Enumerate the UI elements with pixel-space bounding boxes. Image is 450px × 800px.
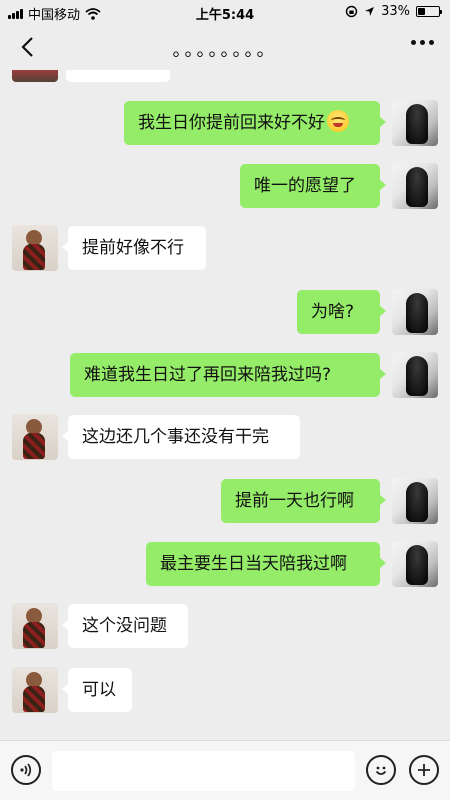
- message-bubble[interactable]: 唯一的愿望了: [240, 164, 386, 208]
- status-bar: 中国移动 上午5:44 33%: [0, 0, 450, 24]
- message-text: 提前一天也行啊: [235, 491, 354, 511]
- more-options-button[interactable]: [411, 40, 434, 45]
- avatar[interactable]: [392, 100, 438, 146]
- avatar[interactable]: [392, 541, 438, 587]
- message-bubble[interactable]: 可以: [62, 668, 132, 712]
- message-bubble[interactable]: 难道我生日过了再回来陪我过吗?: [70, 353, 386, 397]
- message-bubble[interactable]: 这边还几个事还没有干完: [62, 415, 300, 459]
- message-text: 这个没问题: [82, 616, 167, 636]
- message-text: 唯一的愿望了: [254, 176, 356, 196]
- chat-title: 。。。。。。。。: [172, 40, 278, 61]
- avatar[interactable]: [12, 667, 58, 713]
- avatar-partial: [12, 70, 58, 82]
- more-dot: [420, 40, 425, 45]
- avatar[interactable]: [392, 478, 438, 524]
- message-bubble[interactable]: 提前好像不行: [62, 226, 206, 270]
- voice-icon: [20, 763, 32, 777]
- avatar[interactable]: [12, 225, 58, 271]
- message-bubble[interactable]: 为啥?: [297, 290, 386, 334]
- message-text: 提前好像不行: [82, 238, 184, 258]
- voice-button[interactable]: [11, 755, 41, 785]
- grinning-face-emoji-icon: [327, 110, 349, 132]
- avatar[interactable]: [392, 352, 438, 398]
- battery-fill: [418, 8, 425, 15]
- more-dot: [411, 40, 416, 45]
- avatar[interactable]: [392, 163, 438, 209]
- smiley-icon: [375, 766, 387, 775]
- input-bar: [0, 740, 450, 800]
- message-text: 难道我生日过了再回来陪我过吗?: [84, 365, 332, 385]
- message-text: 最主要生日当天陪我过啊: [160, 554, 347, 574]
- nav-bar: 。。。。。。。。: [0, 24, 450, 70]
- avatar[interactable]: [392, 289, 438, 335]
- plus-icon: [418, 764, 430, 776]
- more-dot: [429, 40, 434, 45]
- message-input[interactable]: [52, 751, 355, 791]
- avatar[interactable]: [12, 603, 58, 649]
- message-bubble-partial: [66, 70, 170, 82]
- message-text: 这边还几个事还没有干完: [82, 427, 269, 447]
- message-bubble[interactable]: 这个没问题: [62, 604, 188, 648]
- rotation-lock-icon: [345, 5, 358, 18]
- more-button[interactable]: [409, 755, 439, 785]
- message-text: 可以: [82, 680, 116, 700]
- battery-icon: [416, 6, 442, 17]
- status-right: 33%: [345, 4, 442, 19]
- location-icon: [365, 7, 375, 16]
- message-bubble[interactable]: 最主要生日当天陪我过啊: [146, 542, 386, 586]
- emoji-button[interactable]: [366, 755, 396, 785]
- battery-percent: 33%: [381, 4, 410, 19]
- avatar[interactable]: [12, 414, 58, 460]
- message-text: 我生日你提前回来好不好: [138, 113, 325, 133]
- message-text: 为啥?: [311, 302, 355, 322]
- message-bubble[interactable]: 提前一天也行啊: [221, 479, 386, 523]
- message-bubble[interactable]: 我生日你提前回来好不好: [124, 101, 386, 145]
